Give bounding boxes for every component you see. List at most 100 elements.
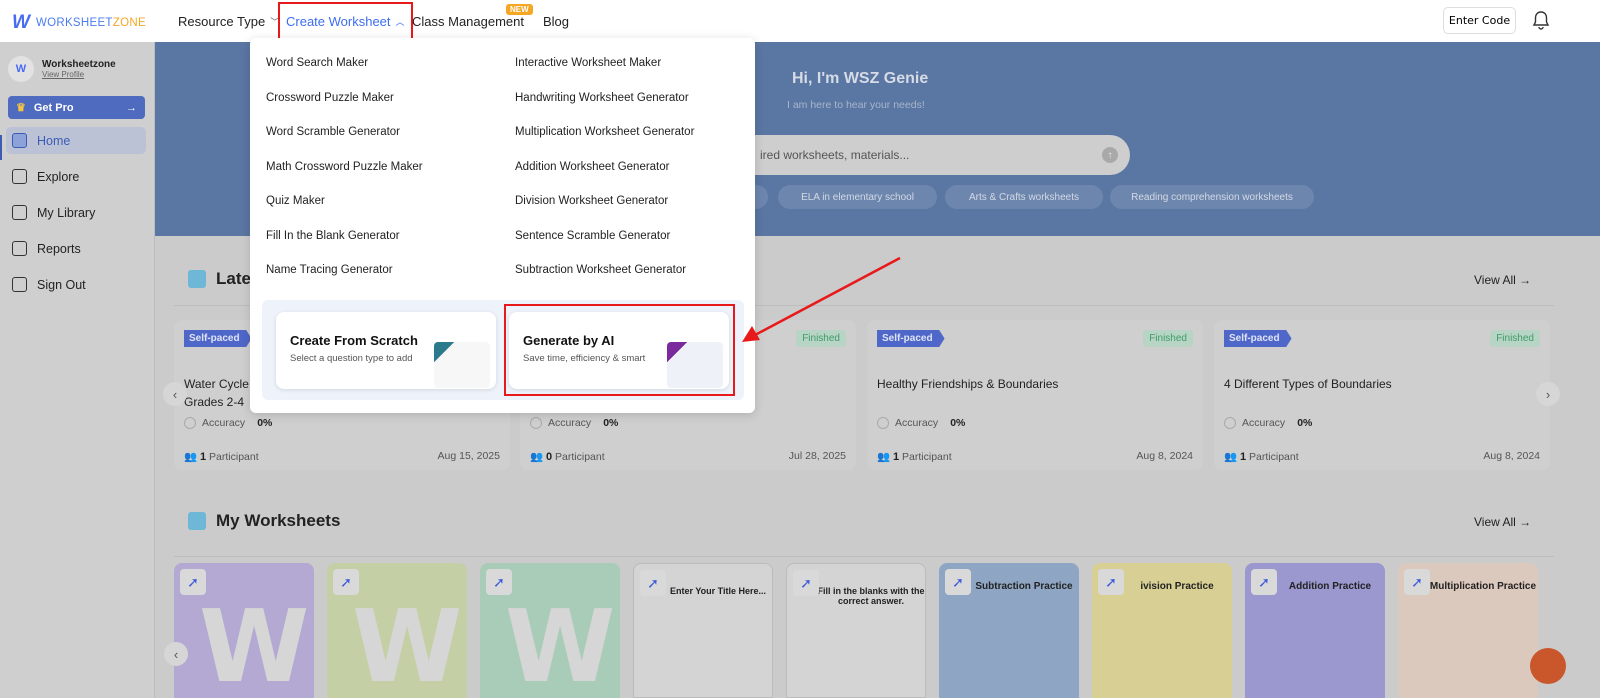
suggestion-chip[interactable]: ELA in elementary school xyxy=(778,185,937,209)
users-icon: 👥 xyxy=(1224,451,1238,463)
accuracy-ring-icon xyxy=(1224,417,1236,429)
worksheet-tile[interactable]: W ➚ xyxy=(327,563,467,698)
interactive-cursor-icon: ➚ xyxy=(640,570,666,596)
self-paced-badge: Self-paced xyxy=(877,330,945,347)
section-title-text: My Worksheets xyxy=(216,511,341,530)
worksheet-tile[interactable]: W ➚ xyxy=(480,563,620,698)
sidebar-item-label: Sign Out xyxy=(37,277,86,292)
dropdown-item[interactable]: Sentence Scramble Generator xyxy=(515,230,670,242)
chat-support-button[interactable] xyxy=(1530,648,1566,684)
users-icon: 👥 xyxy=(184,451,198,463)
accuracy: Accuracy 0% xyxy=(1224,417,1312,429)
latest-view-all-link[interactable]: View All → xyxy=(1474,273,1531,287)
new-badge: NEW xyxy=(506,4,533,15)
dropdown-item[interactable]: Interactive Worksheet Maker xyxy=(515,57,661,69)
logo-text: WORKSHEETZONE xyxy=(35,17,146,29)
dropdown-item[interactable]: Word Scramble Generator xyxy=(266,126,400,138)
dropdown-item[interactable]: Crossword Puzzle Maker xyxy=(266,92,394,104)
accuracy-ring-icon xyxy=(184,417,196,429)
dropdown-item[interactable]: Name Tracing Generator xyxy=(266,264,393,276)
profile-name: Worksheetzone xyxy=(42,59,116,70)
home-icon xyxy=(12,133,27,148)
sidebar-item-home[interactable]: Home xyxy=(6,127,146,154)
suggestion-chip[interactable]: Arts & Crafts worksheets xyxy=(945,185,1103,209)
nav-create-worksheet[interactable]: Create Worksheet ︿ xyxy=(278,2,413,40)
accuracy: Accuracy 0% xyxy=(184,417,272,429)
worksheet-tile[interactable]: Enter Your Title Here... ➚ xyxy=(633,563,773,698)
sidebar-item-my-library[interactable]: My Library xyxy=(6,199,146,226)
accuracy: Accuracy 0% xyxy=(877,417,965,429)
dropdown-item[interactable]: Math Crossword Puzzle Maker xyxy=(266,161,423,173)
sidebar-item-label: Explore xyxy=(37,169,80,184)
sidebar-item-explore[interactable]: Explore xyxy=(6,163,146,190)
worksheet-tile[interactable]: W ➚ xyxy=(174,563,314,698)
banner-title: Hi, I'm WSZ Genie xyxy=(792,70,929,87)
status-badge: Finished xyxy=(1490,330,1540,347)
worksheets-prev-button[interactable]: ‹ xyxy=(164,642,188,666)
interactive-cursor-icon: ➚ xyxy=(180,569,206,595)
crown-icon: ♛ xyxy=(16,102,26,114)
nav-label: Class Management xyxy=(412,13,524,29)
card-title: Water Cycle Grades 2-4 xyxy=(184,377,249,409)
interactive-cursor-icon: ➚ xyxy=(1251,569,1277,595)
sidebar-item-reports[interactable]: Reports xyxy=(6,235,146,262)
view-profile-link[interactable]: View Profile xyxy=(42,70,116,79)
card-date: Aug 15, 2025 xyxy=(437,450,500,462)
card-date: Aug 8, 2024 xyxy=(1483,450,1540,462)
self-paced-badge: Self-paced xyxy=(1224,330,1292,347)
worksheet-tile[interactable]: Addition Practice ➚ xyxy=(1245,563,1385,698)
dropdown-item[interactable]: Handwriting Worksheet Generator xyxy=(515,92,689,104)
interactive-cursor-icon: ➚ xyxy=(1404,569,1430,595)
worksheet-tile[interactable]: Subtraction Practice ➚ xyxy=(939,563,1079,698)
bell-icon[interactable] xyxy=(1532,10,1550,30)
assignment-card[interactable]: Self-paced Finished Healthy Friendships … xyxy=(867,320,1203,470)
search-placeholder: ired worksheets, materials... xyxy=(760,148,910,162)
dropdown-item[interactable]: Word Search Maker xyxy=(266,57,368,69)
dropdown-item[interactable]: Division Worksheet Generator xyxy=(515,195,668,207)
active-indicator xyxy=(0,135,2,160)
my-worksheets-title: My Worksheets xyxy=(188,511,340,531)
worksheet-tile[interactable]: Multiplication Practice ➚ xyxy=(1398,563,1538,698)
dropdown-item[interactable]: Multiplication Worksheet Generator xyxy=(515,126,694,138)
worksheet-tile[interactable]: Fill in the blanks with the correct answ… xyxy=(786,563,926,698)
create-from-scratch-card[interactable]: Create From Scratch Select a question ty… xyxy=(276,312,496,389)
carousel-prev-button[interactable]: ‹ xyxy=(163,382,187,406)
status-badge: Finished xyxy=(796,330,846,347)
sidebar-item-label: Home xyxy=(37,133,71,148)
get-pro-button[interactable]: ♛ Get Pro → xyxy=(8,96,145,119)
worksheets-view-all-link[interactable]: View All → xyxy=(1474,515,1531,529)
banner-subtitle: I am here to hear your needs! xyxy=(787,99,925,111)
library-icon xyxy=(12,205,27,220)
explore-icon xyxy=(12,169,27,184)
dropdown-item[interactable]: Addition Worksheet Generator xyxy=(515,161,669,173)
suggestion-chip[interactable]: Reading comprehension worksheets xyxy=(1110,185,1314,209)
nav-label: Resource Type xyxy=(178,13,266,29)
enter-code-button[interactable]: Enter Code xyxy=(1443,7,1516,34)
nav-blog[interactable]: Blog xyxy=(543,0,569,42)
sidebar-item-sign-out[interactable]: Sign Out xyxy=(6,271,146,298)
chart-icon xyxy=(188,270,206,288)
worksheet-icon xyxy=(188,512,206,530)
assignment-card[interactable]: Self-paced Finished 4 Different Types of… xyxy=(1214,320,1550,470)
card-title: Healthy Friendships & Boundaries xyxy=(877,377,1059,391)
carousel-next-button[interactable]: › xyxy=(1536,382,1560,406)
participants: 👥 1 Participant xyxy=(877,451,952,463)
worksheet-tile[interactable]: ivision Practice ➚ xyxy=(1092,563,1232,698)
users-icon: 👥 xyxy=(877,451,891,463)
sidebar-item-label: My Library xyxy=(37,205,96,220)
interactive-cursor-icon: ➚ xyxy=(1098,569,1124,595)
worksheetzone-logo-icon: W xyxy=(505,588,616,698)
send-arrow-icon[interactable]: ↑ xyxy=(1102,147,1118,163)
sidebar-item-label: Reports xyxy=(37,241,81,256)
logo[interactable]: W WORKSHEETZONE xyxy=(12,12,146,34)
nav-label: Blog xyxy=(543,13,570,29)
dropdown-item[interactable]: Quiz Maker xyxy=(266,195,325,207)
interactive-cursor-icon: ➚ xyxy=(793,570,819,596)
participants: 👥 0 Participant xyxy=(530,451,605,463)
dropdown-item[interactable]: Fill In the Blank Generator xyxy=(266,230,400,242)
get-pro-label: Get Pro xyxy=(33,101,74,114)
dropdown-item[interactable]: Subtraction Worksheet Generator xyxy=(515,264,686,276)
nav-resource-type[interactable]: Resource Type ﹀ xyxy=(178,0,279,42)
accuracy-ring-icon xyxy=(877,417,889,429)
profile[interactable]: W Worksheetzone View Profile xyxy=(8,56,116,82)
